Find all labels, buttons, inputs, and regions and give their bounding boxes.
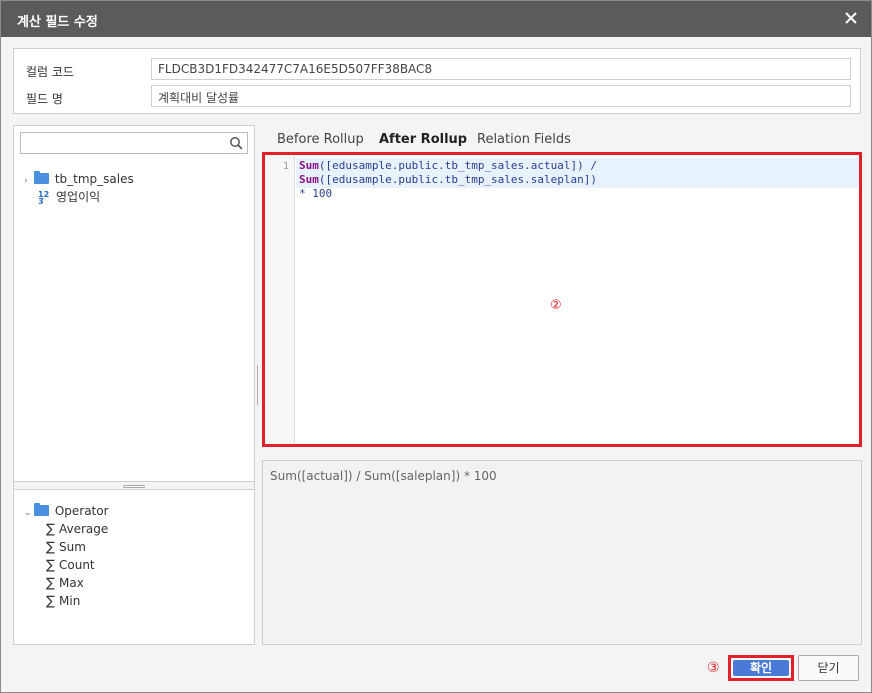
operator-item-sum[interactable]: ∑ Sum: [24, 538, 109, 556]
tree-item-operator[interactable]: ⌄ Operator: [24, 502, 109, 520]
folder-icon: [34, 171, 49, 184]
dialog-footer: ③ 확인 닫기: [1, 655, 871, 692]
column-code-field[interactable]: FLDCB3D1FD342477C7A16E5D507FF38BAC8: [151, 58, 851, 80]
operator-item-average[interactable]: ∑ Average: [24, 520, 109, 538]
column-code-label: 컬럼 코드: [26, 65, 74, 79]
sigma-icon: ∑: [46, 522, 55, 537]
field-name-label: 필드 명: [26, 92, 63, 106]
sigma-icon: ∑: [46, 540, 55, 555]
sigma-icon: ∑: [46, 594, 55, 609]
tree-item-label: tb_tmp_sales: [54, 172, 134, 186]
dialog-titlebar: 계산 필드 수정: [1, 1, 871, 37]
tree-search-input[interactable]: [20, 132, 248, 154]
annotation-marker: ③: [707, 660, 720, 676]
operator-label: Max: [59, 576, 84, 590]
code-function: Sum: [299, 173, 319, 186]
sigma-icon: ∑: [46, 576, 55, 591]
dialog-title: 계산 필드 수정: [17, 15, 98, 30]
tab-before-rollup[interactable]: Before Rollup: [277, 132, 364, 147]
calc-field-dialog: 계산 필드 수정 컬럼 코드 FLDCB3D1FD342477C7A16E5D5…: [0, 0, 872, 693]
code-text: ([edusample.public.tb_tmp_sales.actual])…: [318, 159, 604, 172]
number-field-icon: 1̲2 3: [38, 189, 50, 206]
sigma-icon: ∑: [46, 558, 55, 573]
operator-item-min[interactable]: ∑ Min: [24, 592, 109, 610]
tree-item-field[interactable]: 1̲2 3 영업이익: [24, 188, 134, 206]
tab-after-rollup[interactable]: After Rollup: [379, 132, 467, 147]
field-name-input[interactable]: 계획대비 달성률: [151, 85, 851, 107]
operator-label: Sum: [59, 540, 86, 554]
operator-tree: ⌄ Operator ∑ Average ∑ Sum ∑ Count ∑ Max ∑ Mi…: [24, 502, 109, 610]
field-name-row: 필드 명 계획대비 달성률: [14, 85, 860, 109]
tree-item-table[interactable]: › tb_tmp_sales: [24, 170, 134, 188]
operator-label: Count: [59, 558, 95, 572]
vertical-splitter[interactable]: [257, 365, 259, 405]
preview-text: Sum([actual]) / Sum([saleplan]) * 100: [270, 469, 497, 483]
column-code-row: 컬럼 코드 FLDCB3D1FD342477C7A16E5D507FF38BAC…: [14, 58, 860, 82]
code-text: ([edusample.public.tb_tmp_sales.saleplan…: [318, 173, 598, 186]
confirm-button-label: 확인: [733, 660, 789, 676]
table-tree: › tb_tmp_sales 1̲2 3 영업이익: [24, 170, 134, 206]
close-icon[interactable]: [841, 8, 861, 28]
tree-item-label: 영업이익: [56, 190, 101, 204]
horizontal-splitter[interactable]: [14, 481, 254, 490]
operator-item-count[interactable]: ∑ Count: [24, 556, 109, 574]
code-text: * 100: [299, 187, 333, 200]
confirm-button[interactable]: 확인: [728, 655, 794, 681]
line-gutter: 1: [265, 155, 295, 444]
field-tree-pane: › tb_tmp_sales 1̲2 3 영업이익 ⌄ Operator ∑ Aver…: [13, 125, 255, 645]
field-info-panel: 컬럼 코드 FLDCB3D1FD342477C7A16E5D507FF38BAC…: [13, 48, 861, 114]
splitter-grip-icon[interactable]: [123, 485, 145, 488]
annotation-marker: ②: [550, 298, 562, 313]
code-function: Sum: [299, 159, 319, 172]
close-button[interactable]: 닫기: [798, 655, 859, 681]
operator-label: Average: [59, 522, 109, 536]
operator-folder-label: Operator: [54, 504, 109, 518]
operator-item-max[interactable]: ∑ Max: [24, 574, 109, 592]
formula-preview: Sum([actual]) / Sum([saleplan]) * 100: [262, 460, 862, 645]
folder-icon: [34, 503, 49, 516]
formula-editor[interactable]: 1 Sum([edusample.public.tb_tmp_sales.act…: [262, 152, 862, 447]
line-number: 1: [282, 161, 289, 172]
tab-relation-fields[interactable]: Relation Fields: [477, 132, 571, 147]
formula-code[interactable]: Sum([edusample.public.tb_tmp_sales.actua…: [299, 159, 859, 201]
search-icon[interactable]: [229, 136, 243, 150]
operator-label: Min: [59, 594, 81, 608]
